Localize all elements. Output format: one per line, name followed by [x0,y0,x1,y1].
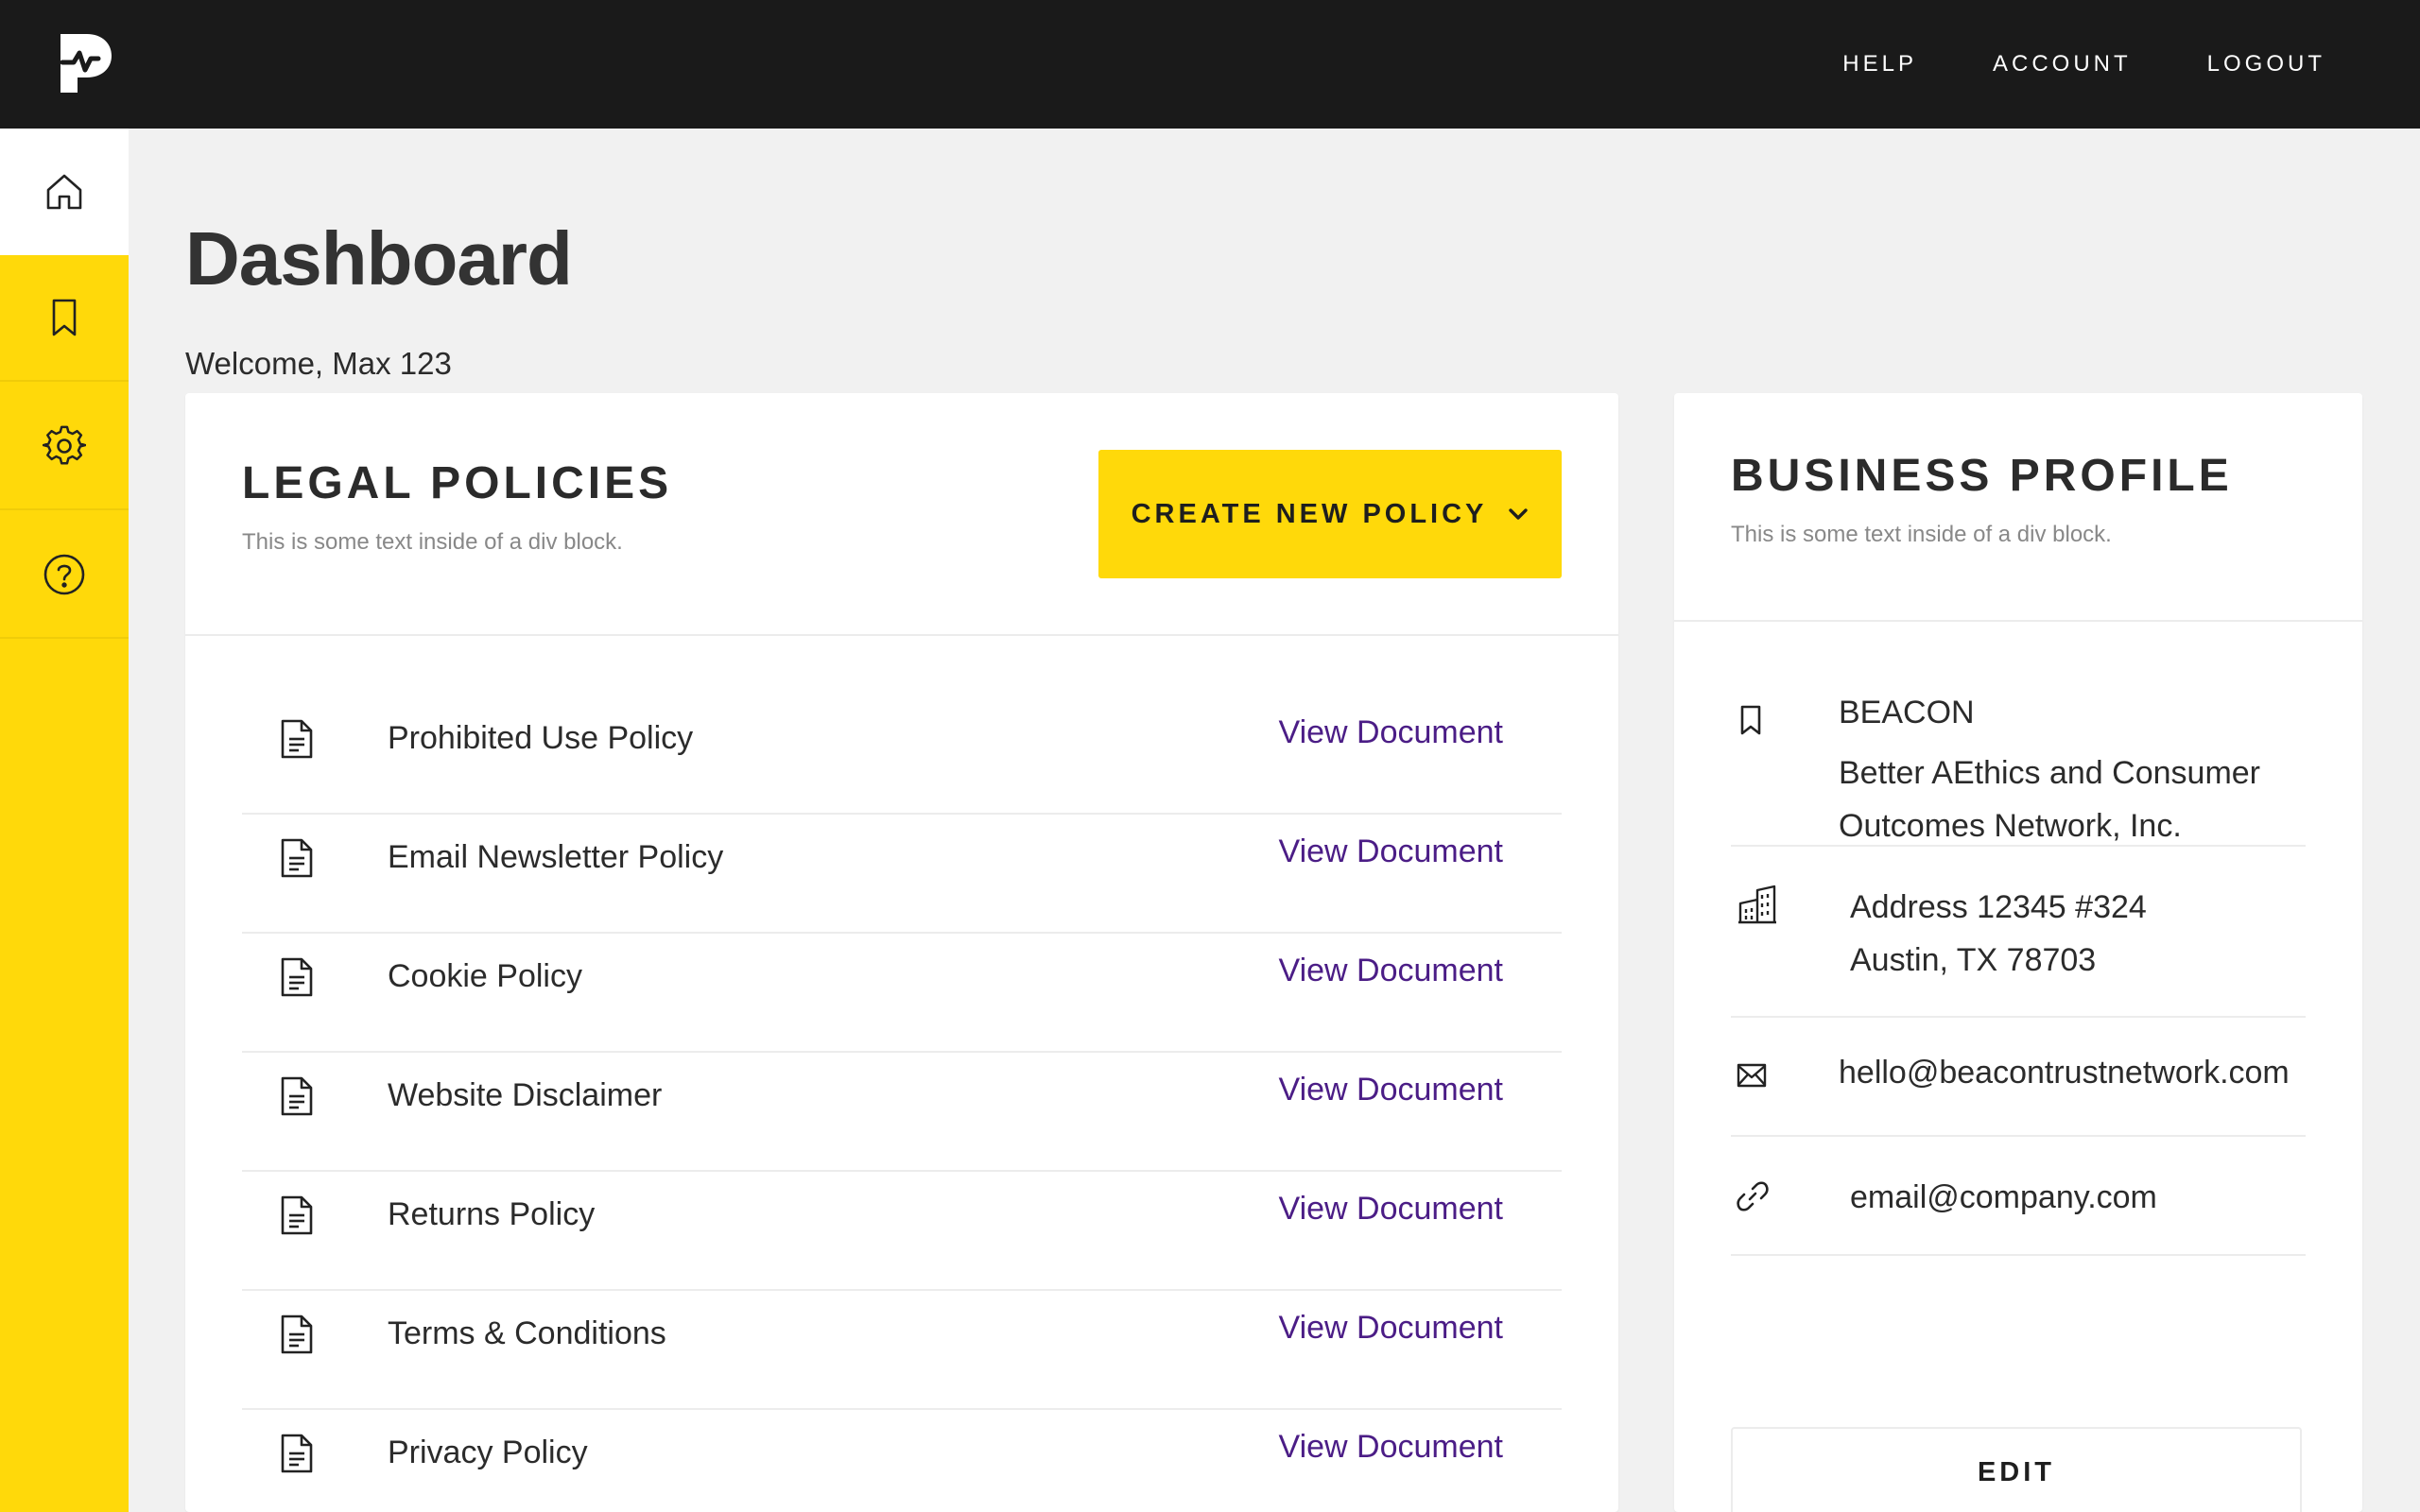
legal-policies-subtitle: This is some text inside of a div block. [242,529,623,555]
help-circle-icon [43,554,85,595]
view-document-link[interactable]: View Document [1279,1072,1504,1108]
profile-address-row: Address 12345 #324 Austin, TX 78703 [1731,847,2306,1018]
view-document-link[interactable]: View Document [1279,1191,1504,1228]
policy-row: Terms & Conditions View Document [242,1291,1562,1410]
edit-profile-label: EDIT [1977,1457,2056,1487]
policy-list: Prohibited Use Policy View Document Emai… [242,696,1562,1512]
document-icon [281,1314,313,1354]
logout-link[interactable]: LOGOUT [2207,51,2325,77]
logo-icon[interactable] [59,32,113,94]
business-profile-header: BUSINESS PROFILE This is some text insid… [1674,393,2362,622]
bookmark-icon [52,299,77,336]
bookmark-icon [1740,705,1761,735]
view-document-link[interactable]: View Document [1279,714,1504,751]
welcome-text: Welcome, Max 123 [185,346,452,381]
legal-policies-header: LEGAL POLICIES This is some text inside … [185,393,1618,636]
sidebar-item-help[interactable] [0,512,129,639]
profile-email-row: hello@beacontrustnetwork.com [1731,1018,2306,1137]
policy-name: Privacy Policy [388,1435,588,1470]
help-link[interactable]: HELP [1842,51,1917,77]
sidebar-item-home[interactable] [0,129,129,255]
business-profile-subtitle: This is some text inside of a div block. [1731,522,2112,547]
envelope-icon [1737,1063,1767,1088]
document-icon [281,838,313,878]
home-icon [46,174,82,210]
document-icon [281,1195,313,1235]
profile-website-row: email@company.com [1731,1137,2306,1256]
view-document-link[interactable]: View Document [1279,953,1504,989]
address-line-1: Address 12345 #324 [1850,889,2147,925]
legal-policies-card: LEGAL POLICIES This is some text inside … [185,393,1618,1512]
policy-row: Privacy Policy View Document [242,1410,1562,1512]
gear-icon [43,425,86,465]
policy-name: Returns Policy [388,1196,596,1232]
policy-name: Cookie Policy [388,958,582,994]
link-icon [1737,1181,1769,1211]
page-title: Dashboard [185,216,573,301]
business-legal-name-line-1: Better AEthics and Consumer [1839,755,2261,791]
document-icon [281,719,313,759]
policy-row: Prohibited Use Policy View Document [242,696,1562,815]
policy-name: Prohibited Use Policy [388,720,694,756]
policy-row: Email Newsletter Policy View Document [242,815,1562,934]
profile-list: BEACON Better AEthics and Consumer Outco… [1731,695,2306,1256]
policy-row: Website Disclaimer View Document [242,1053,1562,1172]
account-link[interactable]: ACCOUNT [1993,51,2132,77]
profile-address-text: Address 12345 #324 Austin, TX 78703 [1850,881,2147,987]
policy-row: Returns Policy View Document [242,1172,1562,1291]
top-bar: HELP ACCOUNT LOGOUT [0,0,2420,129]
sidebar-item-bookmarks[interactable] [0,255,129,382]
policy-name: Terms & Conditions [388,1315,666,1351]
sidebar-item-settings[interactable] [0,384,129,510]
profile-name-text: BEACON Better AEthics and Consumer Outco… [1839,686,2260,852]
document-icon [281,1434,313,1473]
policy-row: Cookie Policy View Document [242,934,1562,1053]
top-nav: HELP ACCOUNT LOGOUT [1767,0,2325,129]
business-profile-card: BUSINESS PROFILE This is some text insid… [1674,393,2362,1512]
create-new-policy-button[interactable]: CREATE NEW POLICY [1098,450,1562,578]
business-profile-title: BUSINESS PROFILE [1731,451,2233,501]
document-icon [281,1076,313,1116]
document-icon [281,957,313,997]
sidebar [0,129,129,1512]
policy-name: Email Newsletter Policy [388,839,724,875]
building-icon [1738,885,1776,924]
address-line-2: Austin, TX 78703 [1850,942,2097,978]
profile-name-row: BEACON Better AEthics and Consumer Outco… [1731,695,2306,847]
view-document-link[interactable]: View Document [1279,1310,1504,1347]
profile-email[interactable]: hello@beacontrustnetwork.com [1839,1046,2290,1099]
edit-profile-button[interactable]: EDIT [1731,1427,2302,1512]
view-document-link[interactable]: View Document [1279,833,1504,870]
legal-policies-title: LEGAL POLICIES [242,458,673,508]
business-legal-name-line-2: Outcomes Network, Inc. [1839,808,2182,844]
create-new-policy-label: CREATE NEW POLICY [1131,498,1488,529]
profile-website[interactable]: email@company.com [1850,1171,2157,1224]
business-short-name: BEACON [1839,695,1975,730]
chevron-down-icon [1509,508,1529,520]
policy-name: Website Disclaimer [388,1077,663,1113]
view-document-link[interactable]: View Document [1279,1429,1504,1466]
